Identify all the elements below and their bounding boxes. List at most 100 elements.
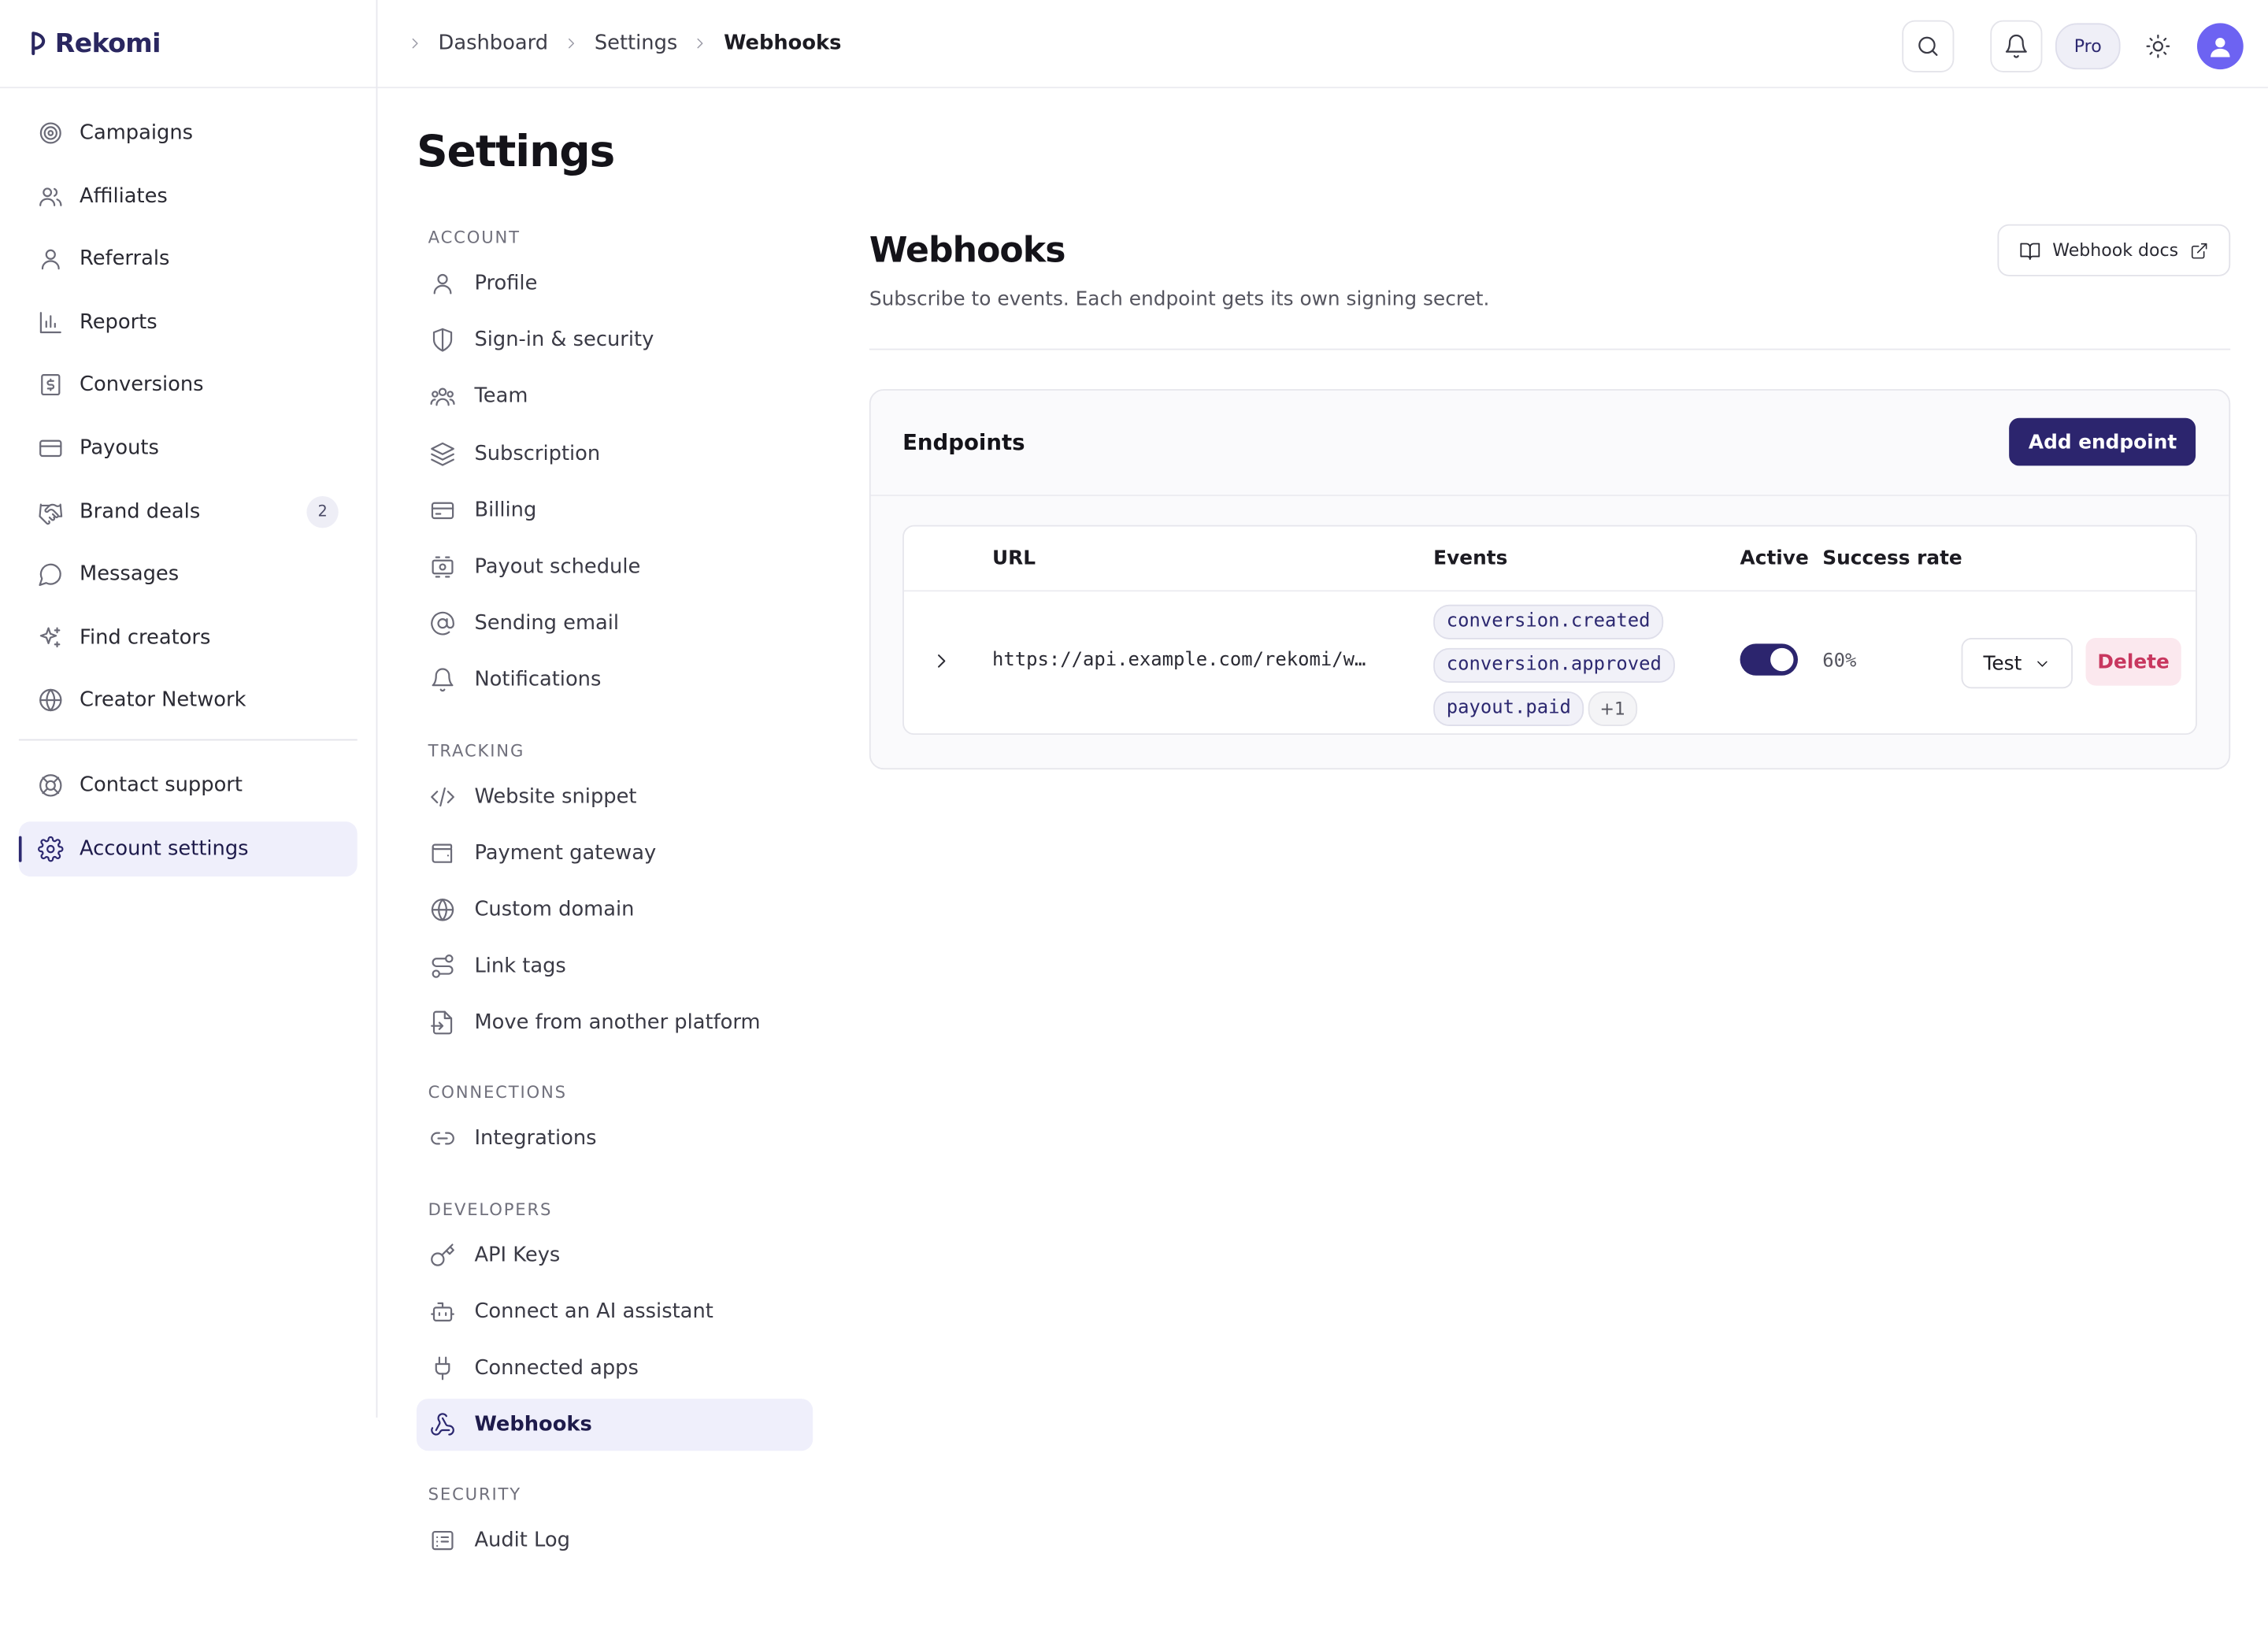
sidebar-item-payouts[interactable]: Payouts [19,421,358,476]
webhook-docs-button[interactable]: Webhook docs [1997,224,2231,276]
sidebar-item-referrals[interactable]: Referrals [19,232,358,287]
users-icon [39,187,62,206]
notifications-button[interactable] [1990,20,2043,72]
settings-item-api-keys[interactable]: API Keys [417,1229,813,1281]
webhook-docs-label: Webhook docs [2052,239,2179,261]
settings-item-team[interactable]: Team [417,371,813,423]
settings-item-billing[interactable]: Billing [417,484,813,536]
shield-icon [432,328,453,352]
delete-button[interactable]: Delete [2085,637,2181,686]
endpoints-card: Endpoints Add endpoint URL Events Active… [869,389,2231,770]
settings-item-website-snippet[interactable]: Website snippet [417,770,813,822]
lifebuoy-icon [39,774,62,798]
sidebar-item-affiliates[interactable]: Affiliates [19,169,358,224]
sidebar-item-reports[interactable]: Reports [19,295,358,350]
settings-item-profile[interactable]: Profile [417,258,813,309]
file-import-icon [431,1011,453,1035]
key-icon [431,1243,454,1266]
globe-icon [39,689,62,712]
more-events-chip[interactable]: +1 [1588,691,1637,727]
active-toggle[interactable] [1740,643,1799,676]
bar-chart-icon [39,311,61,333]
bell-icon [2005,34,2027,58]
book-icon [2020,242,2040,259]
settings-item-label: Team [474,385,528,409]
search-icon [1918,36,1938,56]
add-endpoint-button[interactable]: Add endpoint [2010,417,2196,466]
settings-item-label: Billing [474,499,537,522]
settings-item-sign-in-security[interactable]: Sign-in & security [417,314,813,366]
webhook-icon [431,1413,454,1436]
breadcrumb-settings[interactable]: Settings [595,32,677,54]
link-icon [431,1132,454,1146]
settings-item-label: Sign-in & security [474,328,654,352]
chevron-right-icon [698,38,704,49]
avatar-user-icon [2211,38,2230,57]
sidebar-item-label: Find creators [80,625,211,650]
breadcrumb-dashboard[interactable]: Dashboard [439,32,549,54]
settings-item-label: API Keys [474,1243,561,1267]
count-badge: 2 [306,495,339,528]
settings-item-label: Payout schedule [474,555,641,579]
sidebar-item-find-creators[interactable]: Find creators [19,610,358,665]
sidebar-item-conversions[interactable]: Conversions [19,358,358,413]
plug-icon [435,1356,450,1381]
target-icon [39,122,61,144]
settings-item-ai-assistant[interactable]: Connect an AI assistant [417,1285,813,1337]
wallet-icon [432,843,453,863]
sidebar-item-campaigns[interactable]: Campaigns [19,106,358,161]
settings-item-label: Notifications [474,669,602,692]
divider [869,348,2231,350]
avatar[interactable] [2196,23,2244,70]
external-link-icon [2191,242,2207,258]
sidebar-item-contact-support[interactable]: Contact support [19,758,358,814]
globe-icon [431,898,454,921]
nav-divider [18,739,358,742]
plan-badge[interactable]: Pro [2055,23,2121,70]
sidebar-item-messages[interactable]: Messages [19,547,358,602]
success-rate: 60% [1822,650,1857,673]
settings-item-move-platform[interactable]: Move from another platform [417,997,813,1049]
expand-row-button[interactable] [930,650,953,673]
credit-card-icon [431,502,454,519]
settings-item-sending-email[interactable]: Sending email [417,598,813,650]
route-icon [432,954,454,978]
settings-item-connected-apps[interactable]: Connected apps [417,1342,813,1394]
gear-icon [38,836,64,862]
settings-item-label: Payment gateway [474,841,657,865]
endpoints-table: URL Events Active Success rate https://a… [902,524,2197,736]
team-icon [430,388,455,407]
settings-item-payment-gateway[interactable]: Payment gateway [417,827,813,879]
user-icon [41,249,60,270]
bell-icon [432,669,454,692]
column-header-success-rate: Success rate [1822,547,1962,570]
sidebar-item-creator-network[interactable]: Creator Network [19,673,358,728]
test-button[interactable]: Test [1961,637,2073,689]
sidebar-item-account-settings[interactable]: Account settings [18,821,358,877]
cash-schedule-icon [432,556,454,578]
sidebar: Rekomi Campaigns Affiliates Referrals Re… [0,0,378,1418]
sidebar-item-label: Conversions [80,373,204,397]
sidebar-item-label: Affiliates [80,184,168,208]
sidebar-item-brand-deals[interactable]: Brand deals 2 [19,484,358,539]
settings-item-link-tags[interactable]: Link tags [417,940,813,992]
settings-item-webhooks[interactable]: Webhooks [416,1399,813,1451]
search-button[interactable] [1902,20,1955,72]
card-title: Endpoints [902,429,1025,456]
settings-item-integrations[interactable]: Integrations [417,1113,813,1165]
settings-item-subscription[interactable]: Subscription [417,428,813,480]
theme-toggle-button[interactable] [2133,21,2183,71]
breadcrumb-webhooks: Webhooks [724,32,842,55]
section-description: Subscribe to events. Each endpoint gets … [869,287,1490,311]
brand-name: Rekomi [54,28,161,59]
sidebar-item-label: Messages [80,562,180,587]
settings-item-custom-domain[interactable]: Custom domain [417,884,813,936]
settings-item-payout-schedule[interactable]: Payout schedule [417,541,813,593]
breadcrumb: Dashboard Settings Webhooks [377,32,842,55]
settings-item-audit-log[interactable]: Audit Log [417,1515,813,1567]
sidebar-item-label: Payouts [80,436,159,461]
settings-item-notifications[interactable]: Notifications [417,654,813,706]
sidebar-item-label: Reports [80,310,158,334]
settings-item-label: Link tags [474,954,566,978]
brand-logo[interactable]: Rekomi [0,0,376,89]
